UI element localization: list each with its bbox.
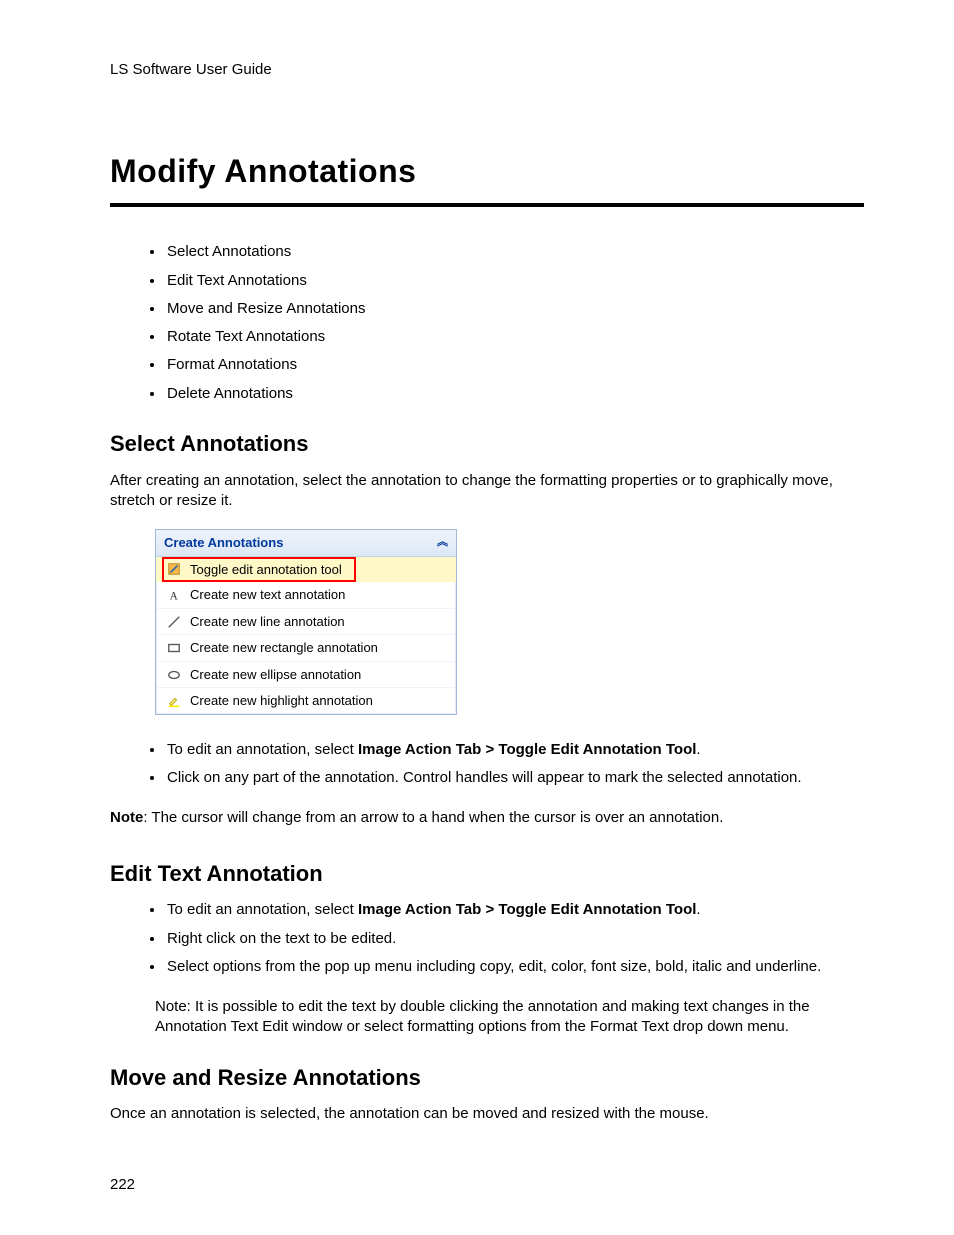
panel-item-line[interactable]: Create new line annotation bbox=[156, 609, 456, 636]
select-bullet-list: To edit an annotation, select Image Acti… bbox=[110, 740, 864, 789]
panel-item-text[interactable]: A Create new text annotation bbox=[156, 582, 456, 609]
guide-title: LS Software User Guide bbox=[110, 61, 272, 78]
toc-item: Move and Resize Annotations bbox=[165, 299, 864, 319]
panel-item-label: Create new ellipse annotation bbox=[190, 666, 361, 684]
list-item: Right click on the text to be edited. bbox=[165, 929, 864, 949]
ellipse-icon bbox=[166, 667, 182, 683]
toc-item: Format Annotations bbox=[165, 355, 864, 375]
panel-item-label: Create new highlight annotation bbox=[190, 692, 373, 710]
panel-item-highlight[interactable]: Create new highlight annotation bbox=[156, 688, 456, 714]
title-rule bbox=[110, 203, 864, 207]
page-header: LS Software User Guide bbox=[110, 60, 864, 80]
section-heading-select: Select Annotations bbox=[110, 429, 864, 459]
section-heading-edit: Edit Text Annotation bbox=[110, 859, 864, 889]
list-item: To edit an annotation, select Image Acti… bbox=[165, 740, 864, 760]
edit-icon bbox=[166, 561, 182, 577]
create-annotations-panel: Create Annotations ︽ Toggle edit annotat… bbox=[155, 529, 457, 715]
select-note: Note: The cursor will change from an arr… bbox=[110, 808, 864, 828]
collapse-icon[interactable]: ︽ bbox=[437, 535, 448, 550]
toc-list: Select Annotations Edit Text Annotations… bbox=[110, 242, 864, 404]
select-intro: After creating an annotation, select the… bbox=[110, 471, 864, 512]
toc-item: Edit Text Annotations bbox=[165, 271, 864, 291]
move-intro: Once an annotation is selected, the anno… bbox=[110, 1104, 864, 1124]
panel-header[interactable]: Create Annotations ︽ bbox=[156, 530, 456, 557]
toc-item: Rotate Text Annotations bbox=[165, 327, 864, 347]
panel-item-label: Create new rectangle annotation bbox=[190, 639, 378, 657]
panel-item-label: Toggle edit annotation tool bbox=[190, 561, 342, 579]
panel-item-label: Create new line annotation bbox=[190, 613, 345, 631]
panel-item-toggle-edit[interactable]: Toggle edit annotation tool bbox=[156, 557, 456, 583]
panel-item-ellipse[interactable]: Create new ellipse annotation bbox=[156, 662, 456, 689]
section-heading-move: Move and Resize Annotations bbox=[110, 1063, 864, 1093]
edit-bullet-list: To edit an annotation, select Image Acti… bbox=[110, 900, 864, 977]
toc-item: Delete Annotations bbox=[165, 384, 864, 404]
line-icon bbox=[166, 614, 182, 630]
page-number: 222 bbox=[110, 1175, 864, 1195]
edit-note: Note: It is possible to edit the text by… bbox=[155, 997, 864, 1038]
text-icon: A bbox=[166, 587, 182, 603]
rect-icon bbox=[166, 640, 182, 656]
create-annotations-figure: Create Annotations ︽ Toggle edit annotat… bbox=[155, 529, 864, 715]
page-title: Modify Annotations bbox=[110, 150, 864, 193]
panel-item-rect[interactable]: Create new rectangle annotation bbox=[156, 635, 456, 662]
toc-item: Select Annotations bbox=[165, 242, 864, 262]
highlight-icon bbox=[166, 693, 182, 709]
list-item: Select options from the pop up menu incl… bbox=[165, 957, 864, 977]
svg-text:A: A bbox=[170, 590, 179, 602]
panel-title: Create Annotations bbox=[164, 534, 283, 552]
list-item: Click on any part of the annotation. Con… bbox=[165, 768, 864, 788]
panel-item-label: Create new text annotation bbox=[190, 586, 345, 604]
list-item: To edit an annotation, select Image Acti… bbox=[165, 900, 864, 920]
